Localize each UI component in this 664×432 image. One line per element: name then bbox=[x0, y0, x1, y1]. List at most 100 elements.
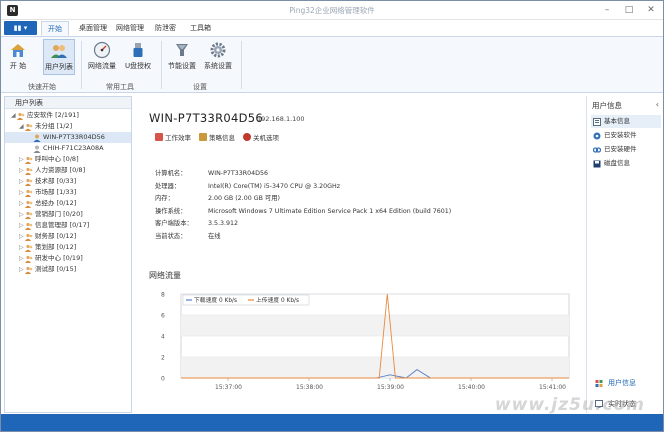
tree-node-ungrouped[interactable]: ◢ 未分组 [1/2] bbox=[5, 121, 131, 132]
tab-leak-prevention[interactable]: 防泄密 bbox=[149, 21, 182, 36]
chart-y-tick-label: 2 bbox=[161, 355, 165, 362]
tree-expand-icon[interactable]: ▷ bbox=[19, 165, 24, 176]
tree-node-group[interactable]: ▷ 呼叫中心 [0/8] bbox=[5, 154, 131, 165]
tree-expand-icon[interactable]: ◢ bbox=[11, 110, 16, 121]
tree-node-group[interactable]: ▷ 营销部门 [0/20] bbox=[5, 209, 131, 220]
tree-expand-icon[interactable]: ▷ bbox=[19, 198, 24, 209]
ribbon-network-traffic-button[interactable]: 网络流量 bbox=[87, 39, 117, 75]
tree-node-computer[interactable]: CHIH-F71C23A08A bbox=[5, 143, 131, 154]
ribbon-usb-auth-button[interactable]: U盘授权 bbox=[123, 39, 153, 75]
ribbon-group-common-tools: 常用工具 bbox=[106, 83, 134, 91]
tree-expand-icon[interactable]: ▷ bbox=[19, 253, 24, 264]
ribbon-group-settings: 设置 bbox=[193, 83, 207, 91]
tree-node-group[interactable]: ▷ 技术部 [0/33] bbox=[5, 176, 131, 187]
tree-node-group[interactable]: ▷ 人力资源部 [0/8] bbox=[5, 165, 131, 176]
tree-expand-icon[interactable]: ▷ bbox=[19, 187, 24, 198]
chart-x-tick-label: 15:39:00 bbox=[377, 384, 404, 391]
info-value: Intel(R) Core(TM) i5-3470 CPU @ 3.20GHz bbox=[208, 182, 341, 190]
bottom-user-info-button[interactable]: 用户信息 bbox=[595, 378, 636, 388]
nav-disk-info-label: 磁盘信息 bbox=[604, 159, 630, 167]
energy-icon bbox=[176, 44, 188, 56]
info-row-cpu: 处理器： Intel(R) Core(TM) i5-3470 CPU @ 3.20… bbox=[155, 181, 451, 194]
close-icon[interactable]: ✕ bbox=[645, 4, 657, 16]
info-row-status: 当前状态： 在线 bbox=[155, 231, 451, 244]
ribbon-user-list-label: 用户列表 bbox=[45, 63, 73, 71]
tree-expand-icon[interactable]: ▷ bbox=[19, 176, 24, 187]
maximize-icon[interactable]: □ bbox=[623, 4, 635, 16]
watermark: www.jz5u.com bbox=[494, 395, 645, 415]
disk-icon bbox=[593, 160, 601, 168]
nav-basic-info[interactable]: 基本信息 bbox=[591, 115, 661, 128]
tree-expand-icon[interactable]: ▷ bbox=[19, 154, 24, 165]
info-icon bbox=[593, 118, 601, 126]
chart-x-tick-label: 15:40:00 bbox=[458, 384, 485, 391]
tab-start[interactable]: 开始 bbox=[41, 21, 69, 36]
tree-node-group[interactable]: ▷ 策划部 [0/12] bbox=[5, 242, 131, 253]
tree-node-group[interactable]: ▷ 总经办 [0/12] bbox=[5, 198, 131, 209]
tree-node-label: 测试部 [0/15] bbox=[35, 265, 77, 273]
tree-node-group[interactable]: ▷ 研发中心 [0/19] bbox=[5, 253, 131, 264]
info-key: 操作系统： bbox=[155, 207, 187, 215]
tree-node-label: 未分组 [1/2] bbox=[35, 122, 73, 130]
tree-node-group[interactable]: ▷ 市场部 [1/33] bbox=[5, 187, 131, 198]
tree-node-group[interactable]: ▷ 财务部 [0/12] bbox=[5, 231, 131, 242]
ribbon-energy-label: 节能设置 bbox=[168, 62, 196, 70]
info-value: 3.5.3.912 bbox=[208, 220, 239, 227]
chart-legend-label: 上传速度 0 Kb/s bbox=[256, 296, 299, 304]
app-window: N Ping32企业网络管理软件 – □ ✕ ▮▮ ▾ 开始 桌面管理 网络管理… bbox=[0, 0, 664, 432]
tree-node-computer-selected[interactable]: WIN-P7T33R04D56 bbox=[5, 132, 131, 143]
info-key: 处理器： bbox=[155, 182, 181, 190]
nav-installed-hardware[interactable]: 已安装硬件 bbox=[591, 143, 661, 156]
group-icon bbox=[25, 255, 33, 263]
tree-expand-icon[interactable]: ▷ bbox=[19, 242, 24, 253]
tree-node-company[interactable]: ◢ 应安软件 [2/191] bbox=[5, 110, 131, 121]
chevron-left-icon[interactable]: ‹ bbox=[656, 100, 659, 109]
tree-node-label: 总经办 [0/12] bbox=[35, 199, 77, 207]
tree-expand-icon[interactable]: ▷ bbox=[19, 264, 24, 275]
tree-node-group[interactable]: ▷ 测试部 [0/15] bbox=[5, 264, 131, 275]
ribbon-usb-auth-label: U盘授权 bbox=[124, 62, 152, 70]
chart-grid-band bbox=[181, 357, 569, 378]
minimize-icon[interactable]: – bbox=[601, 4, 613, 16]
ribbon-separator bbox=[81, 41, 82, 89]
group-icon bbox=[25, 211, 33, 219]
work-efficiency-link[interactable]: 工作效率 bbox=[155, 132, 191, 142]
ribbon-home-label: 开 始 bbox=[9, 62, 27, 70]
file-menu-button[interactable]: ▮▮ ▾ bbox=[4, 21, 37, 35]
info-row-memory: 内存： 2.00 GB (2.00 GB 可用) bbox=[155, 193, 451, 206]
nav-disk-info[interactable]: 磁盘信息 bbox=[591, 157, 661, 170]
chart-legend-label: 下载速度 0 Kb/s bbox=[194, 296, 237, 304]
tree-expand-icon[interactable]: ▷ bbox=[19, 220, 24, 231]
tree-node-label: 应安软件 [2/191] bbox=[27, 111, 79, 119]
ribbon-home-button[interactable]: 开 始 bbox=[7, 39, 29, 75]
traffic-chart-svg: 0 2 4 6 8 15:37:00 15:38:00 15:39:00 15:40:00 15:… bbox=[161, 292, 570, 391]
tab-toolbox[interactable]: 工具箱 bbox=[184, 21, 217, 36]
tree-node-label: 技术部 [0/33] bbox=[35, 177, 77, 185]
gauge-icon bbox=[93, 41, 111, 59]
nav-installed-software[interactable]: 已安装软件 bbox=[591, 129, 661, 142]
chart-grid-band bbox=[181, 315, 569, 336]
policy-info-link[interactable]: 策略信息 bbox=[199, 132, 235, 142]
tree-node-label: 市场部 [1/33] bbox=[35, 188, 77, 196]
group-icon bbox=[25, 189, 33, 197]
info-value: 在线 bbox=[208, 232, 221, 240]
nav-installed-hardware-label: 已安装硬件 bbox=[604, 145, 637, 153]
shutdown-options-link[interactable]: 关机选项 bbox=[243, 132, 279, 142]
host-actions: 工作效率 策略信息 关机选项 bbox=[155, 132, 279, 142]
group-icon bbox=[25, 123, 33, 131]
host-ip: 192.168.1.100 bbox=[257, 115, 305, 123]
ribbon-system-settings-button[interactable]: 系统设置 bbox=[203, 39, 233, 75]
info-value: WIN-P7T33R04D56 bbox=[208, 170, 268, 177]
group-icon bbox=[25, 222, 33, 230]
tree-expand-icon[interactable]: ◢ bbox=[19, 121, 24, 132]
ribbon-user-list-button[interactable]: 用户列表 bbox=[43, 39, 75, 75]
tab-desktop-management[interactable]: 桌面管理 bbox=[73, 21, 113, 36]
tree-expand-icon[interactable]: ▷ bbox=[19, 231, 24, 242]
host-info-list: 计算机名： WIN-P7T33R04D56 处理器： Intel(R) Core(T… bbox=[155, 168, 451, 243]
tree-expand-icon[interactable]: ▷ bbox=[19, 209, 24, 220]
tree-node-label: 人力资源部 [0/8] bbox=[35, 166, 86, 174]
ribbon-energy-button[interactable]: 节能设置 bbox=[167, 39, 197, 75]
policy-info-label: 策略信息 bbox=[209, 134, 235, 142]
tab-network-management[interactable]: 网络管理 bbox=[110, 21, 150, 36]
tree-node-group[interactable]: ▷ 信息管理部 [0/17] bbox=[5, 220, 131, 231]
